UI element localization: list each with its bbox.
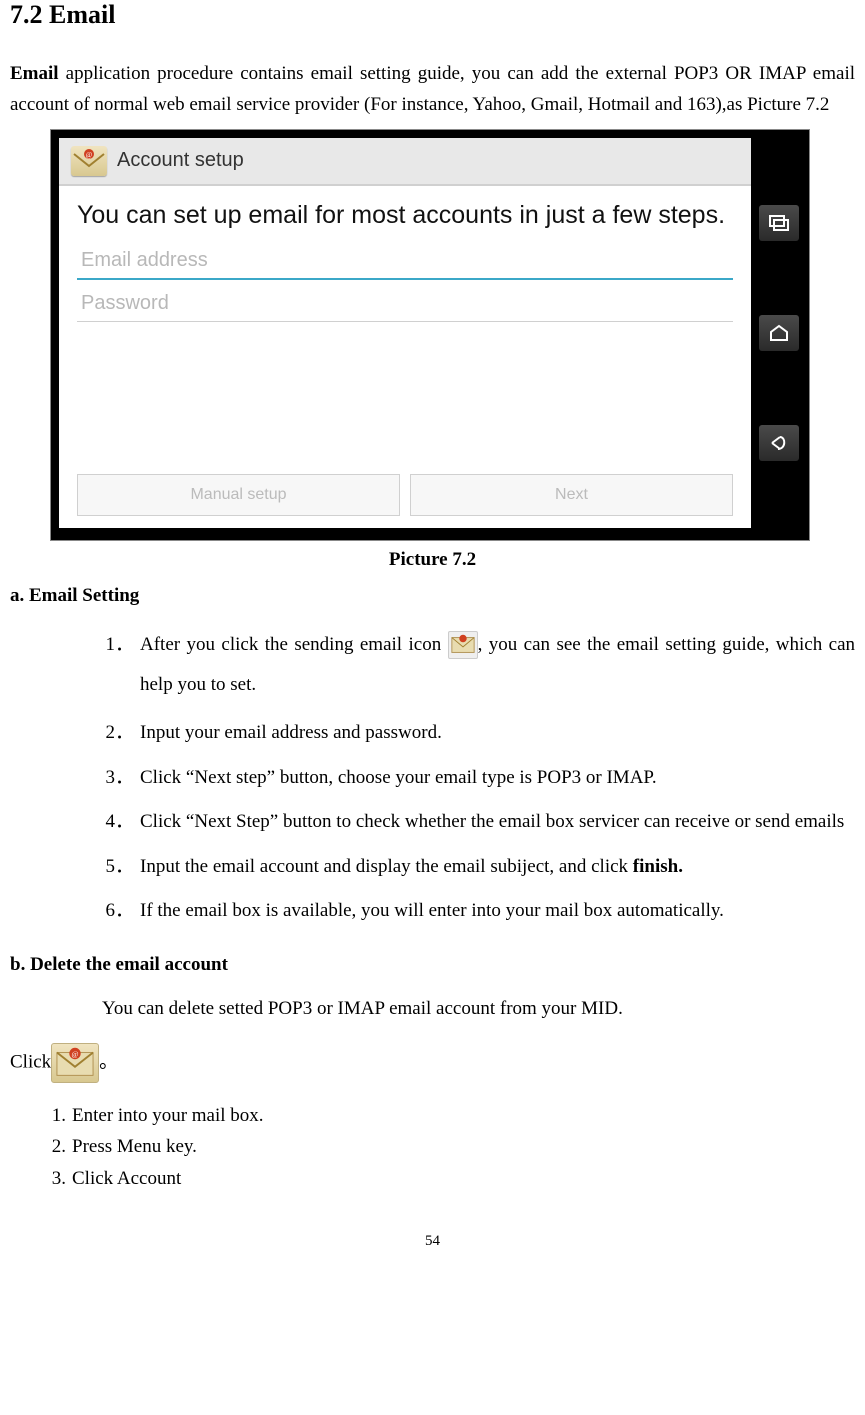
app-header: @ Account setup [59,138,751,186]
intro-bold-word: Email [10,63,59,84]
list-item: 5． Input the email account and display t… [140,852,855,882]
email-app-icon: @ [71,146,107,176]
list-text-bold: finish. [633,856,683,877]
system-nav-bar [757,138,801,528]
list-item: 4． Click “Next Step” button to check whe… [140,807,855,837]
list-text-pre: Input the email account and display the … [140,856,633,877]
list-number: 6． [104,896,134,926]
app-screen: @ Account setup You can set up email for… [59,138,751,528]
section-a-title: a. Email Setting [10,585,855,607]
home-button[interactable] [759,315,799,351]
list-number: 1． [104,625,134,665]
list-number: 4． [104,807,134,837]
list-number: 2． [104,718,134,748]
section-b-list: 1. Enter into your mail box. 2. Press Me… [10,1101,855,1193]
list-text: Enter into your mail box. [72,1105,264,1126]
page-number: 54 [10,1233,855,1250]
list-text: Input your email address and password. [140,722,442,743]
svg-text:@: @ [86,151,93,159]
next-button[interactable]: Next [410,474,733,516]
list-item: 1． After you click the sending email ico… [140,625,855,705]
list-item: 3. Click Account [72,1164,855,1193]
section-a-list: 1． After you click the sending email ico… [10,625,855,927]
list-number: 5． [104,852,134,882]
list-item: 3． Click “Next step” button, choose your… [140,763,855,793]
back-button[interactable] [759,425,799,461]
figure-caption: Picture 7.2 [10,549,855,571]
list-item: 2． Input your email address and password… [140,718,855,748]
figure-7-2: @ Account setup You can set up email for… [50,129,815,541]
list-item: 1. Enter into your mail box. [72,1101,855,1130]
app-header-title: Account setup [117,149,244,172]
setup-headline: You can set up email for most accounts i… [77,200,733,231]
device-frame: @ Account setup You can set up email for… [50,129,810,541]
svg-text:@: @ [72,1049,79,1058]
section-title: 7.2 Email [10,0,855,30]
intro-paragraph: Email application procedure contains ema… [10,58,855,121]
list-number: 3． [104,763,134,793]
setup-body: You can set up email for most accounts i… [59,186,751,528]
list-number: 1. [42,1101,66,1130]
email-icon: @ [51,1043,99,1083]
recents-button[interactable] [759,205,799,241]
list-text-pre: After you click the sending email icon [140,634,448,655]
list-text: Press Menu key. [72,1136,197,1157]
intro-rest: application procedure contains email set… [10,63,855,115]
email-icon [448,631,478,659]
click-word: Click [10,1051,51,1072]
manual-setup-button[interactable]: Manual setup [77,474,400,516]
list-number: 3. [42,1164,66,1193]
list-text: Click “Next Step” button to check whethe… [140,811,844,832]
click-punct: 。 [99,1051,118,1072]
section-b-title: b. Delete the email account [10,954,855,976]
list-text: Click Account [72,1168,181,1189]
email-input[interactable]: Email address [77,243,733,280]
section-b-description: You can delete setted POP3 or IMAP email… [102,994,855,1024]
click-instruction: Click @ 。 [10,1043,855,1083]
list-item: 6． If the email box is available, you wi… [140,896,855,926]
list-item: 2. Press Menu key. [72,1132,855,1161]
list-text: Click “Next step” button, choose your em… [140,767,657,788]
list-number: 2. [42,1132,66,1161]
password-input[interactable]: Password [77,286,733,322]
list-text: If the email box is available, you will … [140,900,724,921]
